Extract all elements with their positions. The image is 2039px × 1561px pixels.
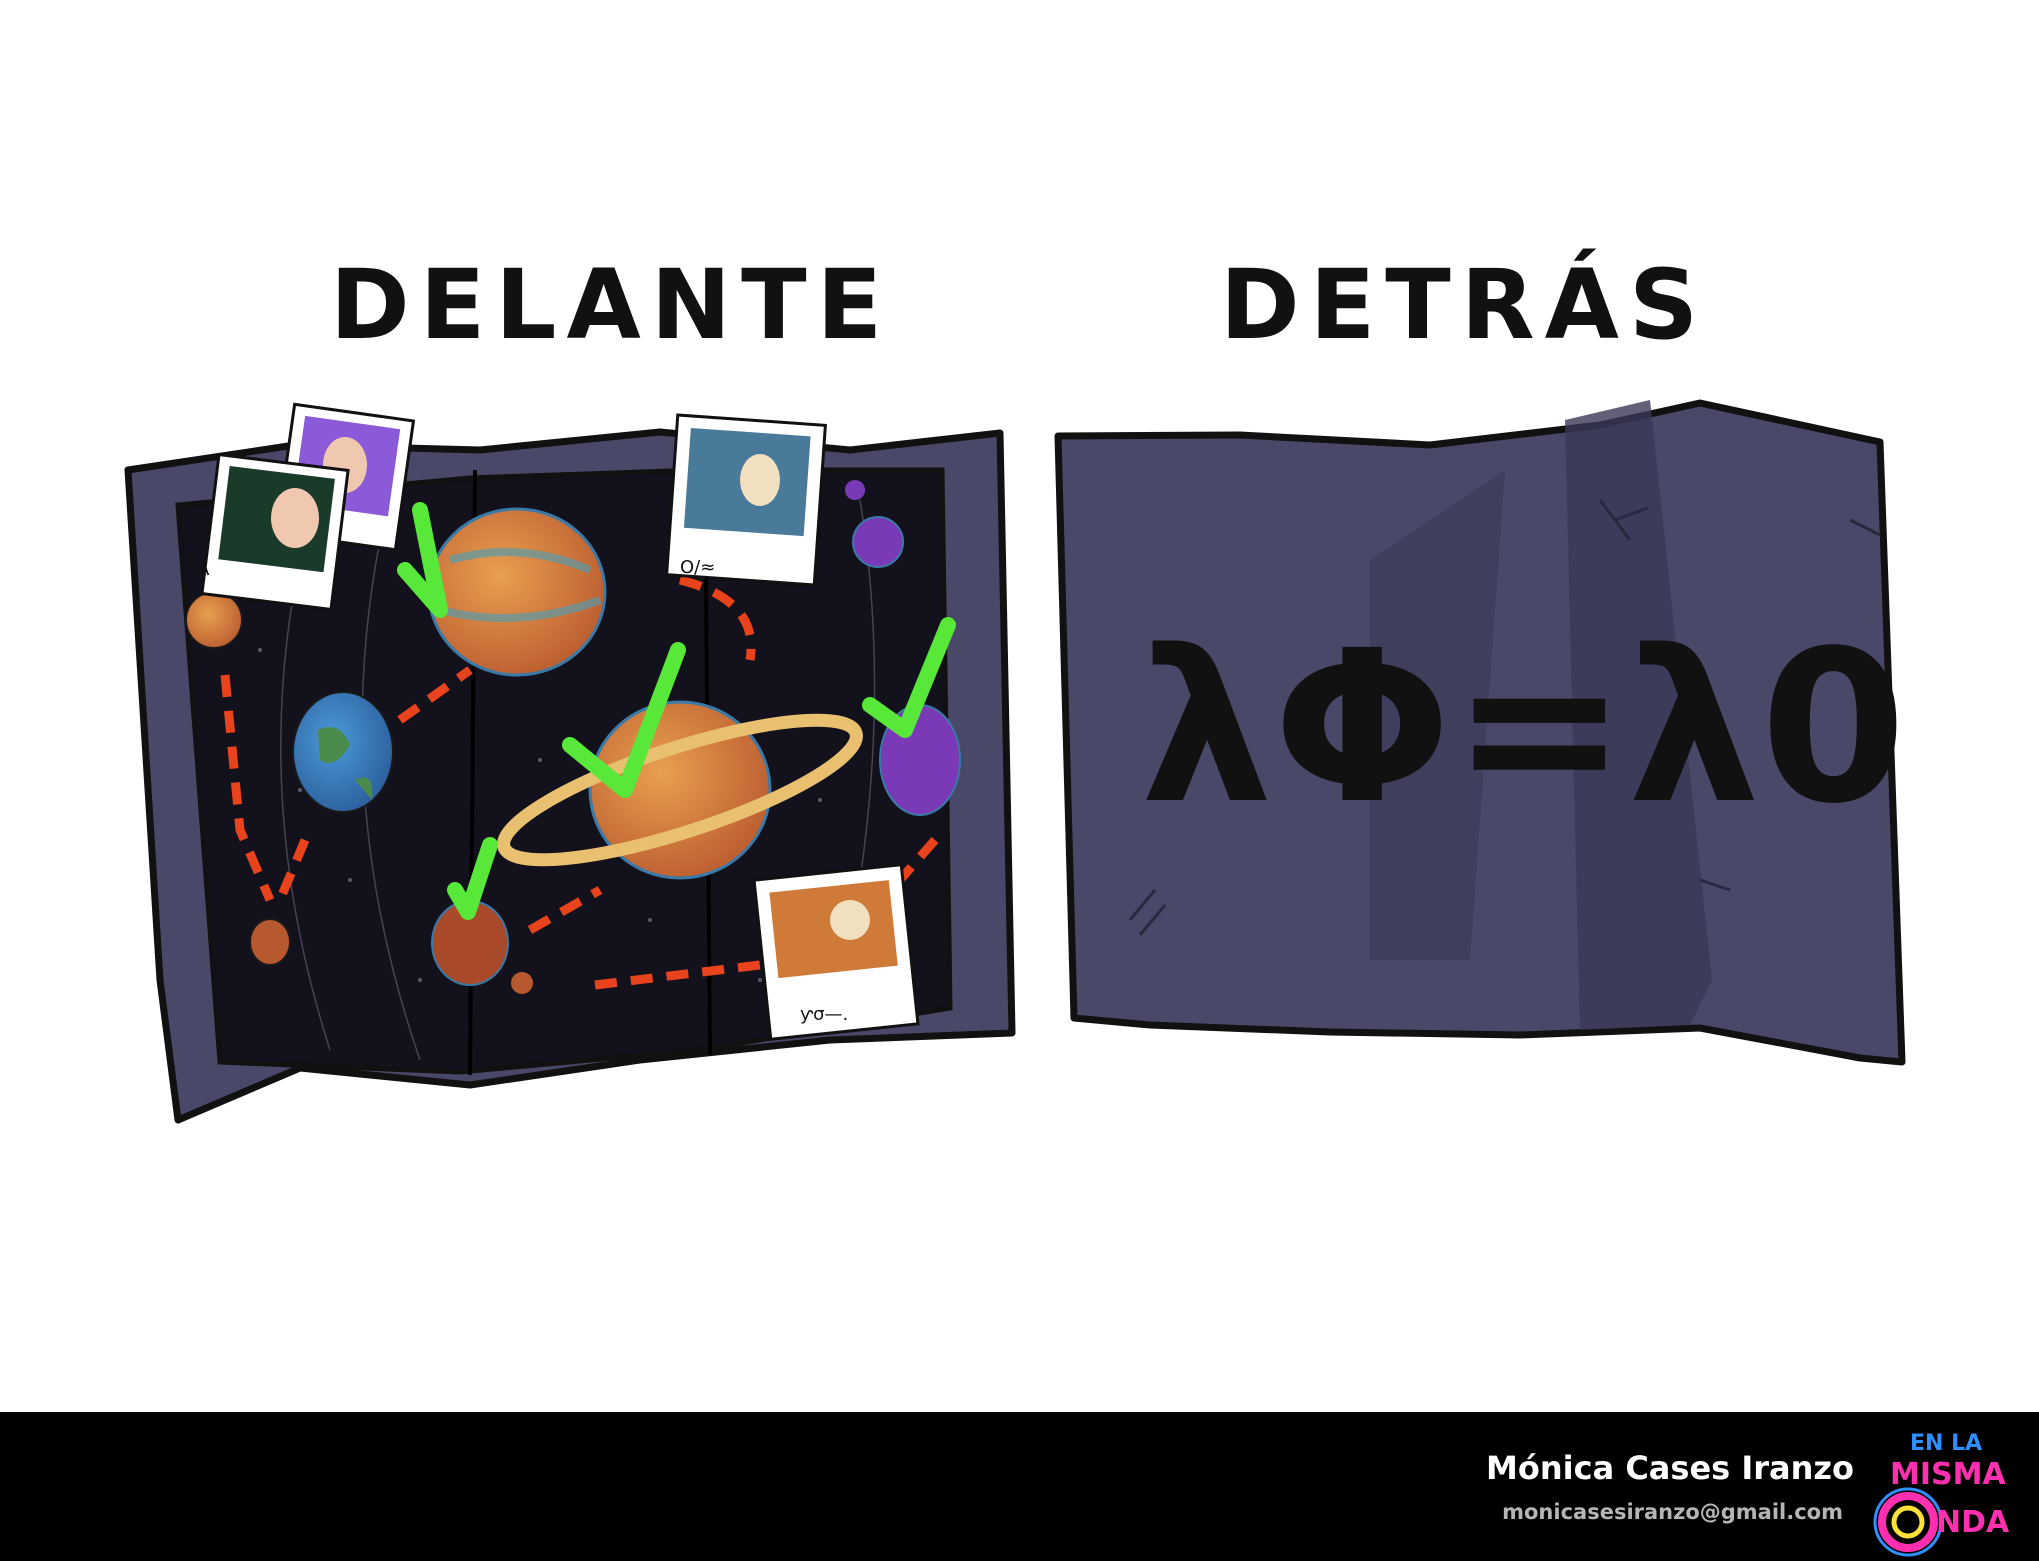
author-email: monicasesiranzo@gmail.com bbox=[1502, 1500, 1843, 1524]
svg-text:NDA: NDA bbox=[1936, 1505, 2010, 1540]
photo-card: O/≈ bbox=[664, 413, 828, 587]
back-glyphs: λΦ=λ0 bbox=[1140, 605, 1906, 850]
photo-card: λ bbox=[198, 452, 350, 612]
jupiter-planet bbox=[427, 507, 607, 677]
front-map: λ O/≈ ƴσ—. bbox=[124, 402, 1016, 1124]
tiny-planet bbox=[249, 918, 291, 966]
author-name: Mónica Cases Iranzo bbox=[1486, 1449, 1854, 1487]
photo-caption: λ bbox=[198, 556, 210, 580]
footer: Mónica Cases Iranzo monicasesiranzo@gmai… bbox=[0, 1412, 2039, 1561]
small-planet bbox=[185, 591, 243, 649]
svg-text:EN LA: EN LA bbox=[1910, 1431, 1982, 1456]
back-map: λΦ=λ0 bbox=[1054, 399, 1906, 1066]
photo-card: ƴσ—. bbox=[752, 863, 920, 1041]
illustration: λ O/≈ ƴσ—. λΦ=λ0 bbox=[124, 399, 1906, 1124]
brand-logo: EN LA MISMA NDA bbox=[1873, 1431, 2010, 1557]
svg-text:MISMA: MISMA bbox=[1890, 1457, 2006, 1492]
violet-moon bbox=[852, 516, 904, 568]
photo-caption: ƴσ—. bbox=[800, 1004, 848, 1025]
photo-caption: O/≈ bbox=[680, 557, 715, 578]
